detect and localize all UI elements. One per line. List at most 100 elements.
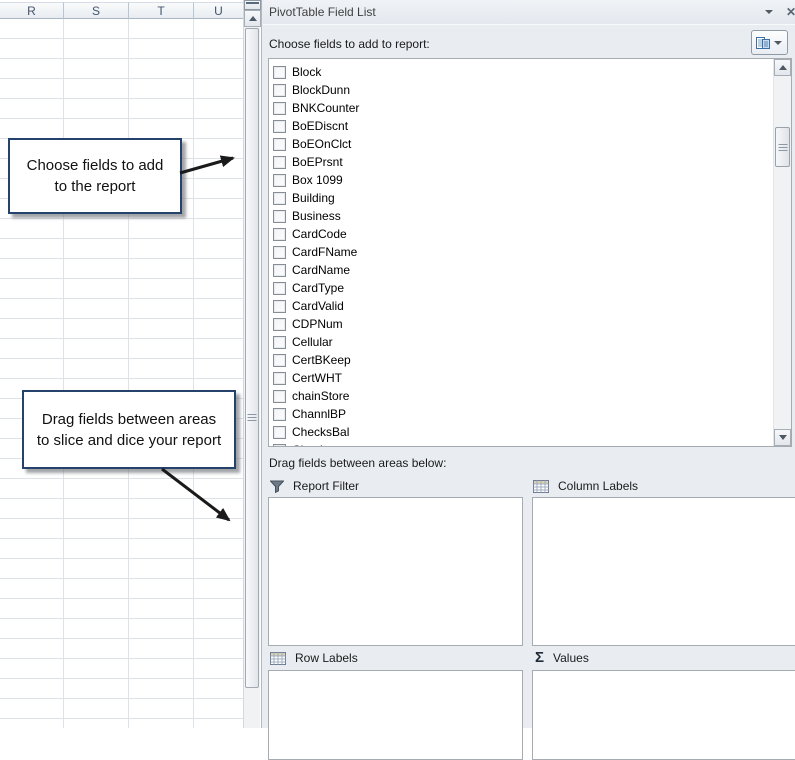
pane-close-button[interactable]: ✕ (783, 4, 795, 20)
scrollbar-thumb[interactable] (775, 127, 790, 167)
column-header-r[interactable]: R (0, 2, 64, 19)
field-label: chainStore (292, 389, 349, 403)
field-checkbox[interactable] (273, 390, 286, 403)
field-checkbox[interactable] (273, 66, 286, 79)
field-checkbox[interactable] (273, 102, 286, 115)
callout-drag-fields: Drag fields between areas to slice and d… (22, 390, 236, 469)
field-checkbox[interactable] (273, 336, 286, 349)
field-checkbox[interactable] (273, 372, 286, 385)
field-label: Box 1099 (292, 173, 343, 187)
field-list-item[interactable]: BNKCounter (273, 99, 772, 117)
excel-pivot-screen: { "spreadsheet": { "column_headers": ["R… (0, 0, 795, 728)
worksheet-grid[interactable] (0, 19, 243, 728)
field-label: CardFName (292, 245, 357, 259)
field-label: BNKCounter (292, 101, 359, 115)
field-checkbox[interactable] (273, 444, 286, 448)
filter-funnel-icon (270, 480, 284, 493)
arrow-up-icon (779, 65, 787, 70)
field-checkbox[interactable] (273, 426, 286, 439)
pane-title: PivotTable Field List (269, 5, 376, 19)
field-checkbox[interactable] (273, 120, 286, 133)
area-label: Column Labels (558, 479, 638, 493)
field-list-item[interactable]: CardValid (273, 297, 772, 315)
field-label: BoEOnClct (292, 137, 351, 151)
field-list-item[interactable]: BoEDiscnt (273, 117, 772, 135)
field-list-item[interactable]: CardFName (273, 243, 772, 261)
field-label: BlockDunn (292, 83, 350, 97)
worksheet-area: R S T U (0, 0, 243, 728)
field-label: CardValid (292, 299, 344, 313)
callout-text-line: to slice and dice your report (37, 430, 221, 451)
callout-choose-fields: Choose fields to add to the report (8, 138, 182, 214)
field-label: ChannlBP (292, 407, 346, 421)
field-list-item[interactable]: CDPNum (273, 315, 772, 333)
field-checkbox[interactable] (273, 318, 286, 331)
field-list-item-clipped[interactable]: Checkstat (273, 441, 772, 447)
column-header-s[interactable]: S (64, 2, 129, 19)
column-labels-dropzone[interactable] (532, 497, 795, 646)
field-checkbox[interactable] (273, 300, 286, 313)
field-label: Cellular (292, 335, 333, 349)
values-dropzone[interactable] (532, 670, 795, 760)
field-list-item[interactable]: chainStore (273, 387, 772, 405)
report-filter-dropzone[interactable] (268, 497, 523, 646)
field-checkbox[interactable] (273, 408, 286, 421)
field-list-item[interactable]: Block (273, 63, 772, 81)
field-label: CertWHT (292, 371, 342, 385)
scroll-up-button[interactable] (774, 59, 791, 76)
field-list-item[interactable]: BlockDunn (273, 81, 772, 99)
field-list-item[interactable]: BoEOnClct (273, 135, 772, 153)
field-list-item[interactable]: CertWHT (273, 369, 772, 387)
callout-text-line: to the report (55, 176, 136, 197)
field-checkbox[interactable] (273, 174, 286, 187)
field-checkbox[interactable] (273, 138, 286, 151)
field-list-item[interactable]: CardCode (273, 225, 772, 243)
column-header-t[interactable]: T (129, 2, 194, 19)
column-header-u[interactable]: U (194, 2, 243, 19)
field-checkbox[interactable] (273, 246, 286, 259)
field-list-item[interactable]: BoEPrsnt (273, 153, 772, 171)
gridline (128, 19, 129, 728)
thumb-grip-icon (778, 142, 787, 153)
field-list-item[interactable]: Business (273, 207, 772, 225)
field-list-box: Block BlockDunn BNKCounter BoEDiscnt BoE… (268, 58, 792, 447)
field-label: ChecksBal (292, 425, 349, 439)
scroll-up-button[interactable] (244, 10, 261, 27)
chevron-down-icon (765, 10, 773, 14)
field-checkbox[interactable] (273, 228, 286, 241)
field-list-item[interactable]: CertBKeep (273, 351, 772, 369)
field-checkbox[interactable] (273, 84, 286, 97)
field-label: Building (292, 191, 335, 205)
field-list-item[interactable]: CardName (273, 261, 772, 279)
field-checkbox[interactable] (273, 192, 286, 205)
field-checkbox[interactable] (273, 354, 286, 367)
field-list-item[interactable]: Building (273, 189, 772, 207)
pane-layout-button[interactable] (751, 30, 788, 55)
field-list-layout-icon (755, 35, 771, 51)
field-list-scrollbar[interactable] (773, 59, 791, 446)
field-list-item[interactable]: ChecksBal (273, 423, 772, 441)
column-headers: R S T U (0, 2, 243, 19)
sheet-vertical-scrollbar[interactable] (243, 0, 260, 728)
field-label: CertBKeep (292, 353, 351, 367)
field-label: CardCode (292, 227, 347, 241)
pane-titlebar[interactable]: PivotTable Field List ✕ (263, 0, 795, 25)
field-checkbox[interactable] (273, 282, 286, 295)
values-header: Σ Values (535, 650, 589, 666)
callout-text-line: Drag fields between areas (42, 409, 216, 430)
sigma-icon: Σ (535, 651, 544, 665)
field-list-item[interactable]: Box 1099 (273, 171, 772, 189)
field-checkbox[interactable] (273, 264, 286, 277)
field-list-item[interactable]: Cellular (273, 333, 772, 351)
field-checkbox[interactable] (273, 156, 286, 169)
drag-areas-label: Drag fields between areas below: (269, 456, 446, 470)
field-checkbox[interactable] (273, 210, 286, 223)
pane-menu-button[interactable] (761, 4, 777, 20)
scrollbar-thumb[interactable] (245, 28, 259, 688)
scroll-down-button[interactable] (774, 429, 791, 446)
chevron-down-icon (774, 41, 782, 45)
field-list-item[interactable]: CardType (273, 279, 772, 297)
field-list-item[interactable]: ChannlBP (273, 405, 772, 423)
split-handle[interactable] (244, 0, 261, 10)
row-labels-dropzone[interactable] (268, 670, 523, 760)
